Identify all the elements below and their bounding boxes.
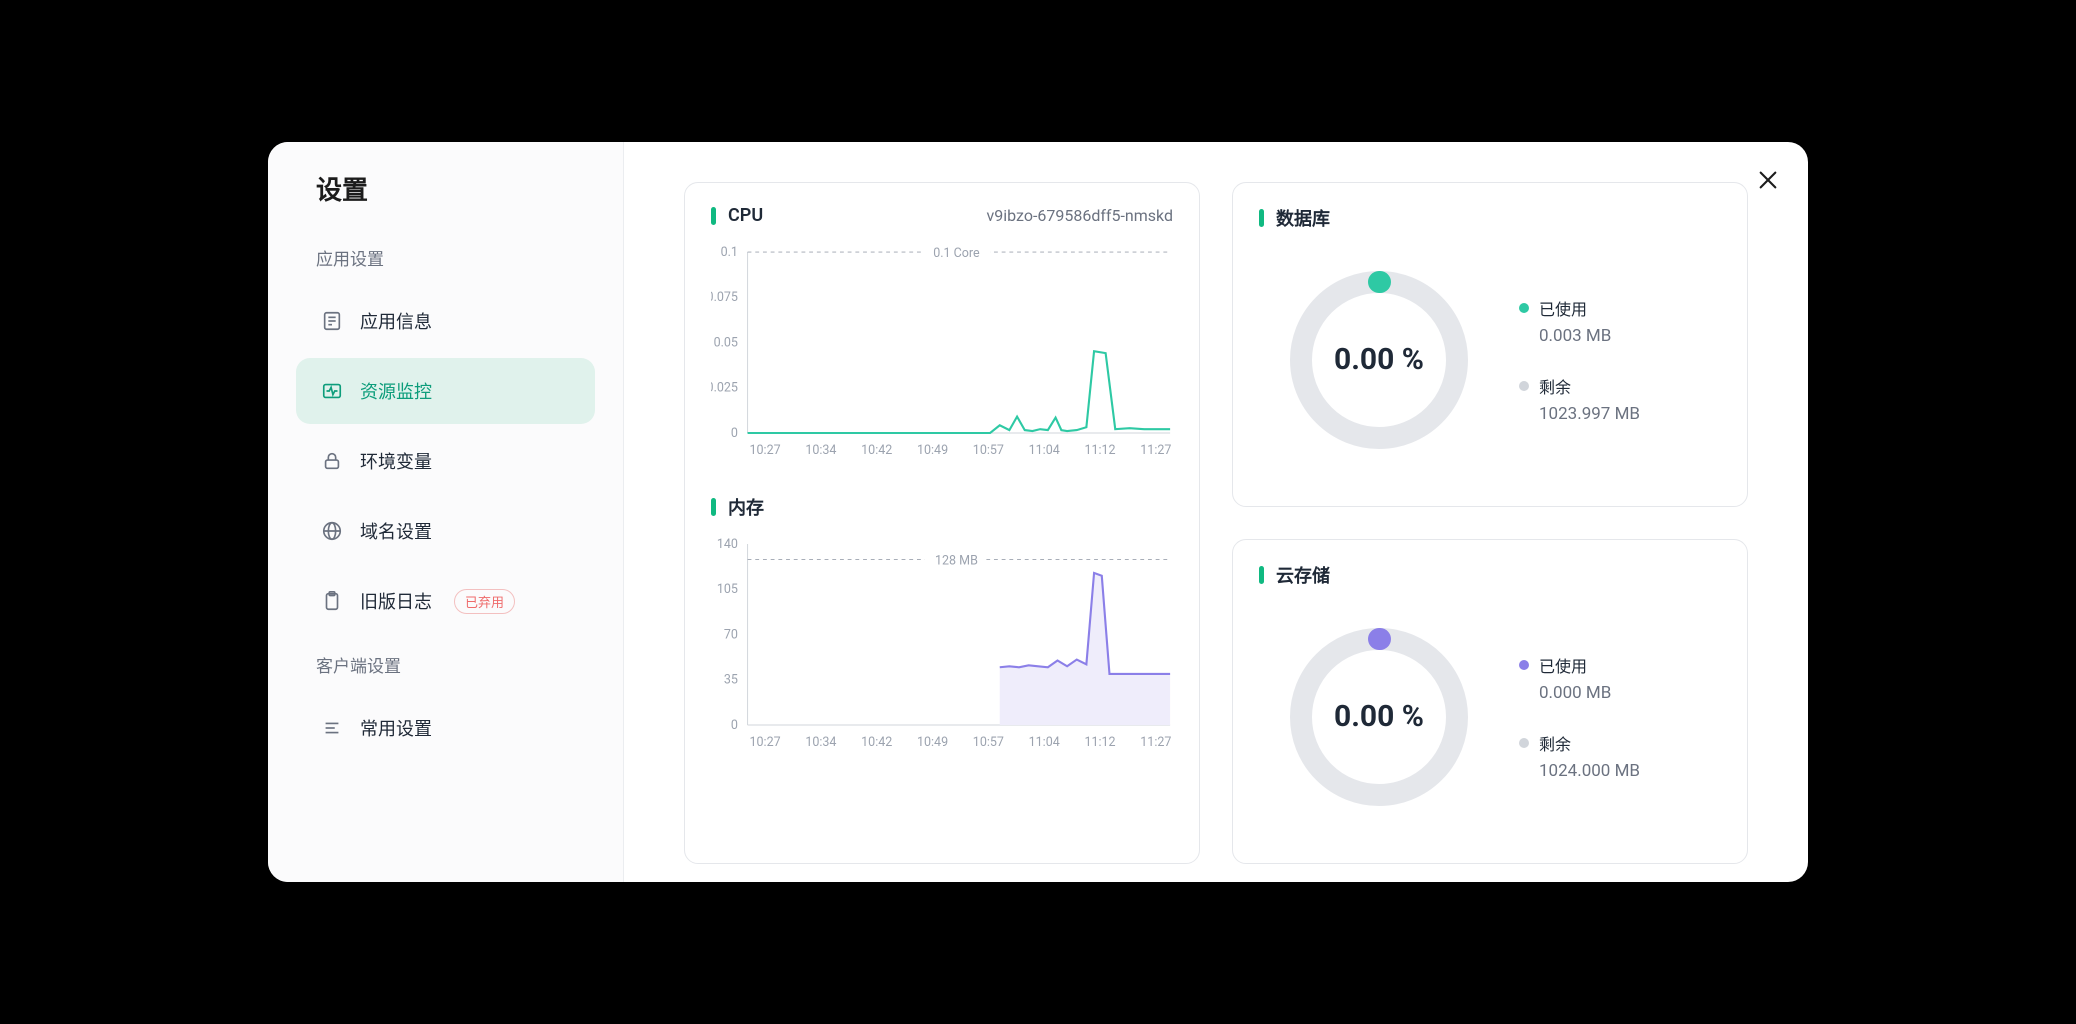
database-title: 数据库 (1276, 205, 1330, 231)
cpu-memory-card: CPU v9ibzo-679586dff5-nmskd 0.1 0.075 0.… (684, 182, 1200, 864)
title-accent-bar (1259, 566, 1264, 584)
clipboard-icon (320, 589, 344, 613)
sidebar-item-label: 应用信息 (360, 308, 432, 334)
lock-icon (320, 449, 344, 473)
database-card: 数据库 0.00 % 已使用 0.003 MB (1232, 182, 1748, 507)
db-remain-value: 1023.997 MB (1519, 404, 1640, 424)
svg-text:10:42: 10:42 (861, 735, 892, 750)
deprecated-badge: 已弃用 (454, 589, 515, 614)
svg-text:10:57: 10:57 (973, 443, 1004, 458)
svg-text:0: 0 (731, 426, 738, 441)
dot-icon (1519, 303, 1529, 313)
sidebar-section-app: 应用设置 (268, 231, 623, 284)
svg-text:11:12: 11:12 (1084, 735, 1115, 750)
db-used-label: 已使用 (1539, 296, 1587, 320)
dot-icon (1519, 738, 1529, 748)
memory-title: 内存 (728, 494, 764, 520)
document-icon (320, 309, 344, 333)
memory-chart: 140 105 70 35 0 128 MB 10:27 10:34 10:42… (711, 528, 1173, 768)
sidebar-item-common-settings[interactable]: 常用设置 (296, 695, 595, 761)
database-percent: 0.00 % (1279, 260, 1479, 460)
svg-text:0.075: 0.075 (711, 290, 738, 305)
title-accent-bar (1259, 209, 1264, 227)
storage-title: 云存储 (1276, 562, 1330, 588)
sidebar-item-label: 资源监控 (360, 378, 432, 404)
storage-percent: 0.00 % (1279, 617, 1479, 817)
sidebar-item-env-vars[interactable]: 环境变量 (296, 428, 595, 494)
svg-text:10:57: 10:57 (973, 735, 1004, 750)
svg-text:11:04: 11:04 (1029, 735, 1060, 750)
storage-remain-label: 剩余 (1539, 731, 1571, 755)
svg-text:10:27: 10:27 (750, 443, 781, 458)
cpu-title: CPU (728, 205, 763, 226)
svg-text:128 MB: 128 MB (935, 553, 978, 568)
svg-text:140: 140 (717, 537, 738, 552)
svg-text:10:34: 10:34 (805, 735, 836, 750)
storage-remain-value: 1024.000 MB (1519, 761, 1640, 781)
sidebar-item-app-info[interactable]: 应用信息 (296, 288, 595, 354)
svg-text:11:27: 11:27 (1140, 735, 1171, 750)
database-donut: 0.00 % (1279, 260, 1479, 460)
svg-text:0.025: 0.025 (711, 381, 738, 396)
sidebar: 设置 应用设置 应用信息 资源监控 环境变量 域名设置 (268, 142, 624, 882)
activity-icon (320, 379, 344, 403)
pod-name: v9ibzo-679586dff5-nmskd (987, 206, 1173, 225)
sidebar-item-domain[interactable]: 域名设置 (296, 498, 595, 564)
svg-text:11:04: 11:04 (1029, 443, 1060, 458)
svg-text:35: 35 (724, 673, 738, 688)
db-remain-label: 剩余 (1539, 374, 1571, 398)
sidebar-item-resource-monitor[interactable]: 资源监控 (296, 358, 595, 424)
svg-text:0.1: 0.1 (721, 245, 738, 260)
dot-icon (1519, 381, 1529, 391)
title-accent-bar (711, 498, 716, 516)
sidebar-item-legacy-logs[interactable]: 旧版日志 已弃用 (296, 568, 595, 634)
sidebar-item-label: 旧版日志 (360, 588, 432, 614)
sidebar-item-label: 环境变量 (360, 448, 432, 474)
svg-text:70: 70 (724, 627, 738, 642)
close-icon (1757, 169, 1779, 195)
cpu-chart: 0.1 0.075 0.05 0.025 0 0.1 Core 10:27 10… (711, 236, 1173, 476)
dot-icon (1519, 660, 1529, 670)
svg-text:0.05: 0.05 (714, 335, 738, 350)
cloud-storage-card: 云存储 0.00 % 已使用 0.000 MB (1232, 539, 1748, 864)
svg-text:11:12: 11:12 (1084, 443, 1115, 458)
close-button[interactable] (1752, 166, 1784, 198)
svg-text:10:34: 10:34 (805, 443, 836, 458)
globe-icon (320, 519, 344, 543)
sidebar-item-label: 域名设置 (360, 518, 432, 544)
svg-text:0: 0 (731, 718, 738, 733)
svg-text:11:27: 11:27 (1140, 443, 1171, 458)
svg-text:10:27: 10:27 (750, 735, 781, 750)
svg-text:10:49: 10:49 (917, 735, 948, 750)
db-used-value: 0.003 MB (1519, 326, 1640, 346)
storage-used-label: 已使用 (1539, 653, 1587, 677)
title-accent-bar (711, 207, 716, 225)
sidebar-item-label: 常用设置 (360, 715, 432, 741)
main-content: CPU v9ibzo-679586dff5-nmskd 0.1 0.075 0.… (624, 142, 1808, 882)
svg-text:10:42: 10:42 (861, 443, 892, 458)
settings-modal: 设置 应用设置 应用信息 资源监控 环境变量 域名设置 (268, 142, 1808, 882)
sidebar-section-client: 客户端设置 (268, 638, 623, 691)
modal-title: 设置 (268, 170, 623, 231)
svg-text:0.1 Core: 0.1 Core (933, 246, 980, 261)
sliders-icon (320, 716, 344, 740)
svg-text:10:49: 10:49 (917, 443, 948, 458)
svg-text:105: 105 (717, 582, 738, 597)
storage-donut: 0.00 % (1279, 617, 1479, 817)
storage-used-value: 0.000 MB (1519, 683, 1640, 703)
